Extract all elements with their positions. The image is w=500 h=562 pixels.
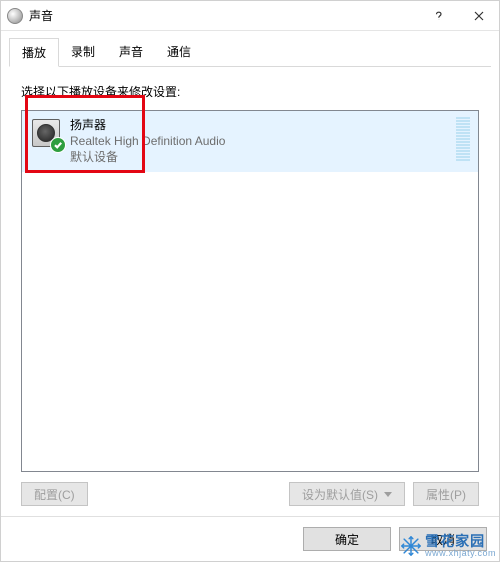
- properties-button[interactable]: 属性(P): [413, 482, 479, 506]
- help-button[interactable]: [419, 1, 459, 31]
- tab-comm[interactable]: 通信: [155, 38, 203, 67]
- titlebar: 声音: [1, 1, 499, 31]
- device-item-speaker[interactable]: 扬声器 Realtek High Definition Audio 默认设备: [22, 111, 478, 172]
- instruction-text: 选择以下播放设备来修改设置:: [21, 83, 479, 100]
- dialog-footer: 确定 取消: [1, 516, 499, 561]
- tab-sounds[interactable]: 声音: [107, 38, 155, 67]
- tab-playback[interactable]: 播放: [9, 38, 59, 67]
- ok-button[interactable]: 确定: [303, 527, 391, 551]
- sound-dialog: 声音 播放 录制 声音 通信 选择以下播放设备来修改设置:: [0, 0, 500, 562]
- device-desc: Realtek High Definition Audio: [70, 133, 225, 149]
- cancel-button[interactable]: 取消: [399, 527, 487, 551]
- device-list[interactable]: 扬声器 Realtek High Definition Audio 默认设备: [21, 110, 479, 472]
- tab-container: 播放 录制 声音 通信 选择以下播放设备来修改设置: 扬声器: [1, 31, 499, 516]
- device-status: 默认设备: [70, 149, 225, 165]
- configure-button[interactable]: 配置(C): [21, 482, 88, 506]
- close-button[interactable]: [459, 1, 499, 31]
- tab-recording[interactable]: 录制: [59, 38, 107, 67]
- set-default-button[interactable]: 设为默认值(S): [289, 482, 405, 506]
- panel-button-row: 配置(C) 设为默认值(S) 属性(P): [21, 472, 479, 506]
- window-title: 声音: [29, 7, 419, 24]
- tab-panel-playback: 选择以下播放设备来修改设置: 扬声器 Realtek High Definiti…: [9, 67, 491, 516]
- device-name: 扬声器: [70, 117, 225, 133]
- default-check-icon: [50, 137, 66, 153]
- device-text: 扬声器 Realtek High Definition Audio 默认设备: [70, 117, 225, 166]
- app-icon: [7, 8, 23, 24]
- speaker-icon: [30, 117, 62, 149]
- level-meter: [456, 117, 470, 161]
- tab-strip: 播放 录制 声音 通信: [9, 37, 491, 67]
